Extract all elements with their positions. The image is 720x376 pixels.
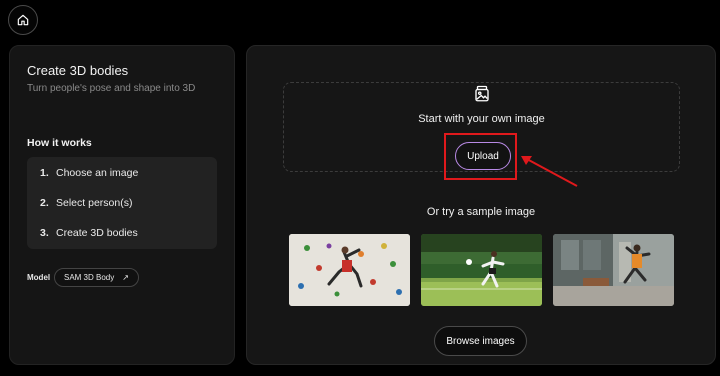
step-item: 2. Select person(s) <box>40 197 132 209</box>
step-number: 2. <box>40 197 49 209</box>
model-name: SAM 3D Body <box>64 273 115 282</box>
step-label: Choose an image <box>56 167 139 179</box>
annotation-arrow-icon <box>521 156 578 187</box>
step-label: Create 3D bodies <box>56 227 138 239</box>
browse-images-button[interactable]: Browse images <box>434 326 527 356</box>
info-panel: Create 3D bodies Turn people's pose and … <box>9 45 235 365</box>
sample-image-dancer[interactable] <box>553 234 674 306</box>
step-item: 1. Choose an image <box>40 167 138 179</box>
start-text: Start with your own image <box>418 113 545 125</box>
step-item: 3. Create 3D bodies <box>40 227 138 239</box>
step-number: 3. <box>40 227 49 239</box>
model-label: Model <box>27 273 51 282</box>
panel-subtitle: Turn people's pose and shape into 3D <box>27 83 196 94</box>
sample-heading: Or try a sample image <box>426 206 536 218</box>
steps-list: 1. Choose an image 2. Select person(s) 3… <box>27 157 217 249</box>
dancer-sample-image <box>553 234 674 306</box>
home-icon <box>17 14 29 26</box>
image-icon <box>475 85 489 102</box>
model-link-chip[interactable]: SAM 3D Body ↗ <box>54 268 139 287</box>
home-button[interactable] <box>8 5 38 35</box>
how-it-works-heading: How it works <box>27 137 92 149</box>
sample-image-soccer[interactable] <box>421 234 542 306</box>
panel-title: Create 3D bodies <box>27 63 129 78</box>
step-number: 1. <box>40 167 49 179</box>
climber-sample-image <box>289 234 410 306</box>
step-label: Select person(s) <box>56 197 133 209</box>
sample-image-climber[interactable] <box>289 234 410 306</box>
external-link-icon: ↗ <box>122 273 129 282</box>
upload-panel: Start with your own image Upload Or try … <box>246 45 716 365</box>
soccer-sample-image <box>421 234 542 306</box>
highlight-box <box>444 133 517 180</box>
